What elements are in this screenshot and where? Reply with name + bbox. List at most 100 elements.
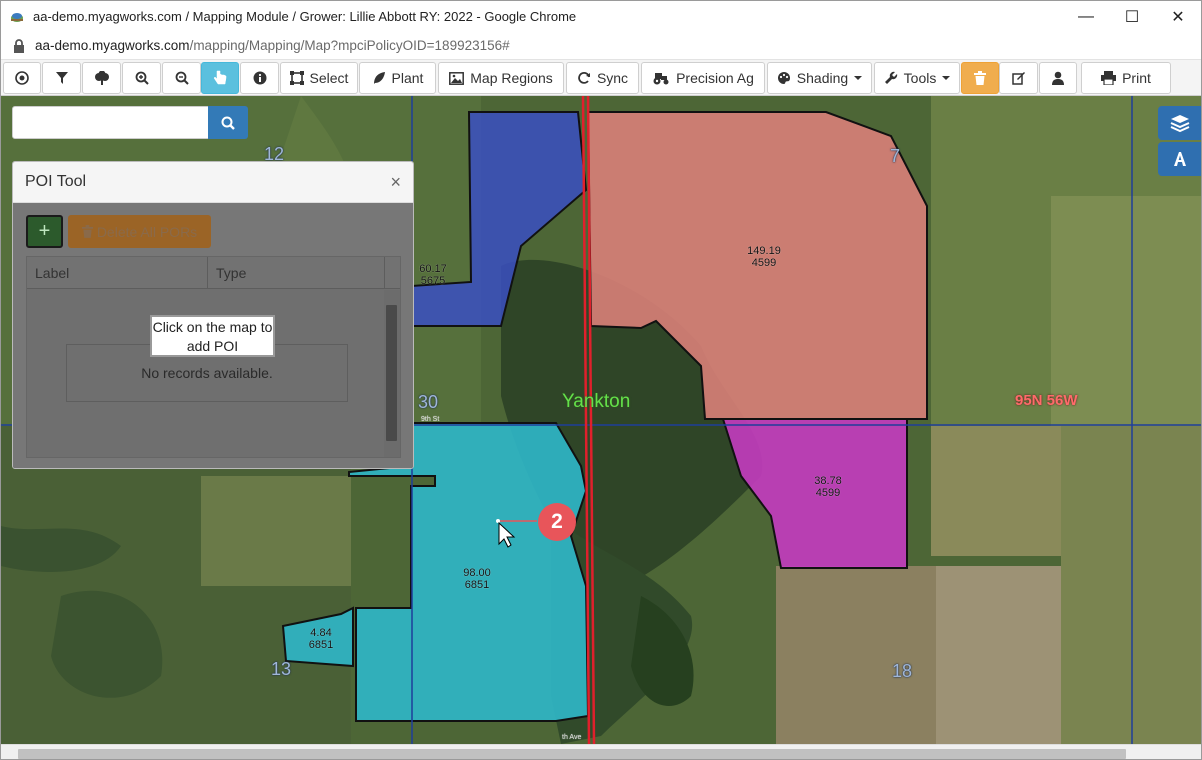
zoom-in-icon bbox=[135, 71, 149, 85]
delete-all-label: Delete All PORs bbox=[96, 223, 198, 240]
zoom-out-icon bbox=[175, 71, 189, 85]
layers-icon bbox=[1170, 115, 1190, 133]
section-label: 13 bbox=[271, 659, 292, 679]
column-header-label[interactable]: Label bbox=[35, 265, 69, 281]
pan-button[interactable] bbox=[201, 62, 239, 94]
trash-icon bbox=[974, 71, 986, 85]
info-icon bbox=[253, 71, 266, 85]
trash-icon bbox=[81, 225, 93, 238]
plant-label: Plant bbox=[391, 70, 424, 86]
close-window-button[interactable]: ✕ bbox=[1155, 1, 1201, 32]
print-button[interactable]: Print bbox=[1081, 62, 1171, 94]
tree-icon bbox=[94, 71, 109, 85]
field-label[interactable]: 4.84 6851 bbox=[301, 627, 341, 651]
edit-button[interactable] bbox=[999, 62, 1038, 94]
scrollbar-thumb[interactable] bbox=[18, 749, 1126, 759]
map-click-tooltip: Click on the map to add POI bbox=[150, 315, 275, 357]
field-acres: 60.17 bbox=[419, 263, 447, 275]
window-title: aa-demo.myagworks.com / Mapping Module /… bbox=[33, 9, 577, 24]
town-label: Yankton bbox=[562, 391, 631, 412]
minimize-button[interactable]: — bbox=[1063, 1, 1109, 32]
search-icon bbox=[221, 116, 235, 130]
map-search-button[interactable] bbox=[208, 106, 248, 139]
field-code: 4599 bbox=[751, 257, 777, 269]
layers-button[interactable] bbox=[1158, 106, 1201, 140]
scrollbar-thumb[interactable] bbox=[386, 305, 397, 441]
empty-state-text: No records available. bbox=[141, 365, 273, 381]
info-button[interactable] bbox=[240, 62, 279, 94]
print-label: Print bbox=[1122, 70, 1151, 86]
select-area-icon bbox=[289, 71, 304, 85]
plus-icon: + bbox=[38, 220, 51, 242]
map-toolbar: Select Plant Map Regions Sync Precision … bbox=[1, 60, 1201, 96]
map-search-input[interactable] bbox=[12, 106, 209, 139]
section-label: 30 bbox=[418, 392, 439, 412]
palette-icon bbox=[777, 72, 790, 84]
precision-ag-label: Precision Ag bbox=[676, 70, 754, 86]
edit-icon bbox=[1011, 72, 1025, 85]
tools-label: Tools bbox=[903, 70, 937, 86]
zoom-out-button[interactable] bbox=[162, 62, 201, 94]
filter-button[interactable] bbox=[42, 62, 81, 94]
map-canvas[interactable]: 12 7 30 13 18 Yankton 95N 56W 60.17 5675… bbox=[1, 96, 1201, 744]
target-icon bbox=[15, 71, 29, 85]
shading-button[interactable]: Shading bbox=[767, 62, 872, 94]
step-badge: 2 bbox=[538, 503, 576, 541]
field-label[interactable]: 98.00 6851 bbox=[455, 567, 499, 591]
sync-button[interactable]: Sync bbox=[566, 62, 639, 94]
poi-tool-header: POI Tool bbox=[13, 162, 413, 203]
poi-tool-title: POI Tool bbox=[25, 173, 87, 190]
poi-grid: Label Type No records available. bbox=[26, 256, 401, 458]
poi-grid-header: Label Type bbox=[27, 257, 400, 289]
font-icon bbox=[1174, 152, 1186, 166]
field-label[interactable]: 149.19 4599 bbox=[739, 245, 789, 269]
field-code: 6851 bbox=[308, 639, 334, 651]
locate-button[interactable] bbox=[3, 62, 41, 94]
township-label: 95N 56W bbox=[1015, 392, 1078, 409]
close-panel-button[interactable]: × bbox=[390, 172, 401, 193]
sync-label: Sync bbox=[596, 70, 629, 86]
field-code: 4599 bbox=[815, 487, 841, 499]
field-acres: 98.00 bbox=[463, 567, 491, 579]
user-icon bbox=[1052, 71, 1064, 85]
print-icon bbox=[1101, 71, 1117, 85]
horizontal-scrollbar[interactable] bbox=[1, 744, 1201, 759]
url-path: /mapping/Mapping/Map?mpciPolicyOID=18992… bbox=[189, 38, 510, 53]
field-acres: 4.84 bbox=[310, 627, 332, 639]
delete-button[interactable] bbox=[961, 62, 999, 94]
tree-button[interactable] bbox=[82, 62, 121, 94]
section-label: 7 bbox=[890, 146, 901, 166]
maximize-button[interactable]: ☐ bbox=[1109, 1, 1155, 32]
zoom-in-button[interactable] bbox=[122, 62, 161, 94]
map-regions-button[interactable]: Map Regions bbox=[438, 62, 564, 94]
field-code: 5675 bbox=[420, 275, 446, 287]
field-label[interactable]: 60.17 5675 bbox=[413, 263, 453, 287]
precision-ag-button[interactable]: Precision Ag bbox=[641, 62, 765, 94]
street-label: 9th St bbox=[421, 416, 440, 423]
map-regions-label: Map Regions bbox=[470, 70, 553, 86]
refresh-icon bbox=[578, 72, 590, 84]
street-label: th Ave bbox=[562, 734, 582, 741]
chevron-down-icon bbox=[854, 76, 863, 80]
url-text[interactable]: aa-demo.myagworks.com/mapping/Mapping/Ma… bbox=[35, 38, 510, 53]
title-bar: aa-demo.myagworks.com / Mapping Module /… bbox=[1, 1, 1201, 32]
field-label[interactable]: 38.78 4599 bbox=[806, 475, 850, 499]
address-bar[interactable]: aa-demo.myagworks.com/mapping/Mapping/Ma… bbox=[1, 32, 1201, 60]
chevron-down-icon bbox=[942, 76, 951, 80]
filter-icon bbox=[55, 72, 68, 84]
delete-all-pors-button[interactable]: Delete All PORs bbox=[68, 215, 211, 248]
url-host: aa-demo.myagworks.com bbox=[35, 38, 190, 53]
select-button[interactable]: Select bbox=[280, 62, 358, 94]
image-icon bbox=[449, 71, 465, 85]
browser-window: aa-demo.myagworks.com / Mapping Module /… bbox=[0, 0, 1202, 760]
field-code: 6851 bbox=[464, 579, 490, 591]
user-button[interactable] bbox=[1039, 62, 1077, 94]
column-header-type[interactable]: Type bbox=[207, 257, 254, 289]
grid-scrollbar[interactable] bbox=[384, 290, 400, 457]
labels-button[interactable] bbox=[1158, 142, 1201, 176]
favicon-icon bbox=[11, 12, 23, 22]
tools-button[interactable]: Tools bbox=[874, 62, 960, 94]
add-poi-button[interactable]: + bbox=[26, 215, 63, 248]
plant-button[interactable]: Plant bbox=[359, 62, 436, 94]
hand-pointer-icon bbox=[213, 70, 227, 85]
